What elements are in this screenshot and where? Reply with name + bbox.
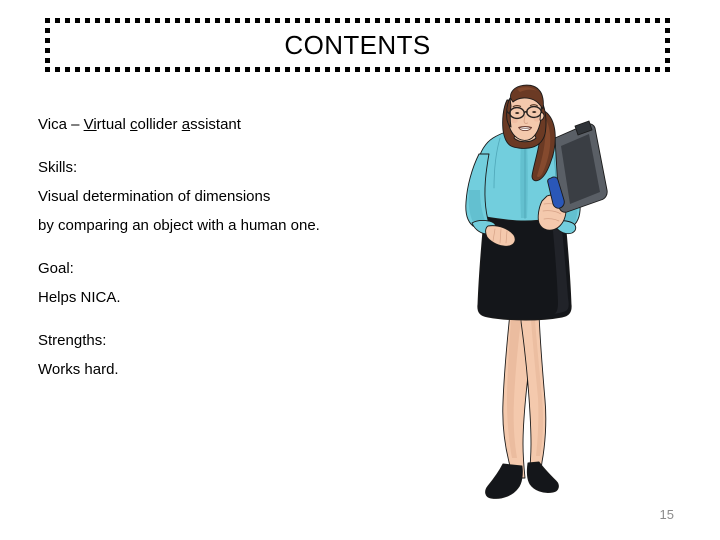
intro-seg-2: rtual	[96, 116, 131, 133]
intro-seg-4: ollider	[137, 116, 182, 133]
paragraph-strengths: Strengths: Works hard.	[38, 326, 458, 384]
intro-seg-0: Vica –	[38, 116, 84, 133]
goal-line-1: Helps NICA.	[38, 289, 121, 306]
paragraph-skills: Skills: Visual determination of dimensio…	[38, 153, 458, 240]
page-number: 15	[659, 507, 674, 522]
title-box: CONTENTS	[45, 18, 670, 72]
goal-heading: Goal:	[38, 260, 74, 277]
skills-heading: Skills:	[38, 159, 78, 176]
shoe-right	[526, 461, 559, 493]
paragraph-intro: Vica – Virtual collider assistant	[38, 110, 458, 139]
title-box-inner: CONTENTS	[45, 18, 670, 72]
blush-left	[511, 118, 518, 124]
slide-canvas: CONTENTS Vica – Virtual collider assista…	[0, 0, 720, 540]
intro-seg-5: a	[181, 116, 191, 133]
businesswoman-illustration	[455, 80, 630, 515]
blouse-placket-shadow	[520, 140, 528, 218]
intro-seg-3: c	[130, 116, 138, 133]
page-title: CONTENTS	[284, 30, 431, 60]
blush-right	[533, 117, 541, 122]
intro-seg-6: ssistant	[190, 116, 241, 133]
shoe-left	[485, 463, 523, 499]
paragraph-goal: Goal: Helps NICA.	[38, 254, 458, 312]
glasses-bridge	[523, 110, 528, 114]
strengths-line-1: Works hard.	[38, 361, 119, 378]
strengths-heading: Strengths:	[38, 332, 107, 349]
skills-line-2: by comparing an object with a human one.	[38, 217, 320, 234]
body-content: Vica – Virtual collider assistant Skills…	[38, 110, 458, 384]
skills-line-1: Visual determination of dimensions	[38, 188, 271, 205]
text-line-intro: Vica – Virtual collider assistant	[38, 110, 458, 139]
intro-seg-1: Vi	[83, 116, 97, 133]
